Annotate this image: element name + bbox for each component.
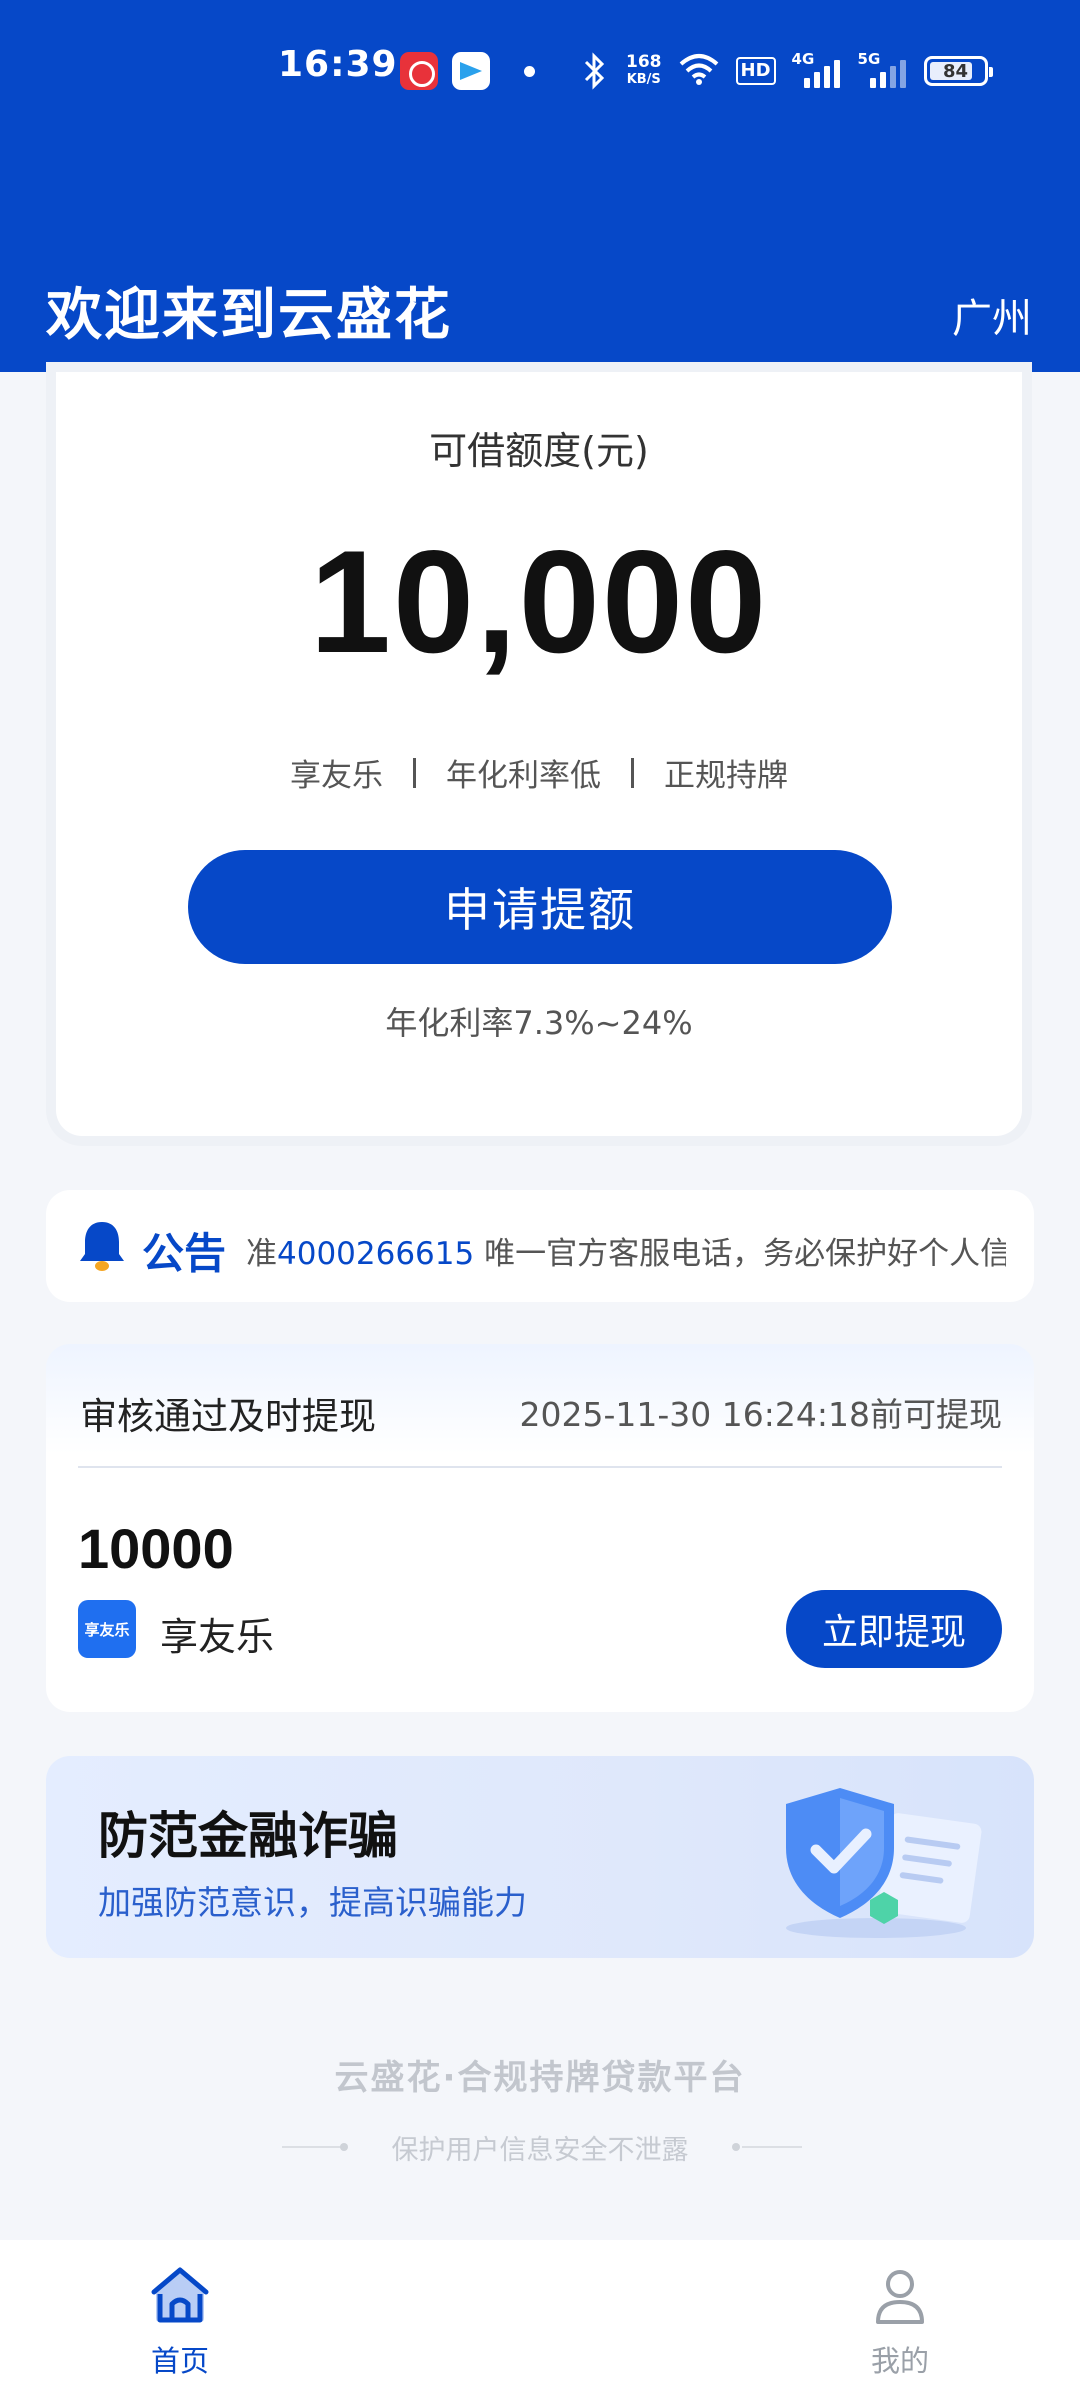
signal-5g-icon: 5G (858, 50, 908, 88)
bluetooth-icon (580, 51, 610, 91)
notification-app-icon (400, 52, 438, 90)
signal-4g-icon: 4G (792, 50, 842, 88)
wifi-icon (678, 52, 720, 90)
tab-mine-label: 我的 (870, 2344, 929, 2378)
status-time: 16:39 (278, 44, 398, 85)
anti-fraud-banner[interactable]: 防范金融诈骗 加强防范意识，提高识骗能力 (46, 1756, 1034, 1958)
withdraw-deadline: 2025-11-30 16:24:18前可提现 (519, 1395, 1002, 1434)
battery-icon: 84 (923, 56, 993, 86)
more-notifications-dot (524, 66, 535, 77)
notice-marquee: 准4000266615 唯一官方客服电话，务必保护好个人信息 (246, 1236, 1006, 1272)
limit-amount: 10,000 (309, 520, 769, 683)
service-phone[interactable]: 4000266615 (277, 1236, 474, 1272)
credit-limit-card: 可借额度(元) 10,000 享友乐 年化利率低 正规持牌 申请提额 年化利率7… (56, 372, 1022, 1136)
withdraw-amount: 10000 (78, 1517, 234, 1580)
tag-item: 正规持牌 (664, 758, 788, 794)
tab-mine[interactable]: 我的 (830, 2264, 970, 2380)
status-bar: 16:39 168 KB/S HD 4G 5G 84 (0, 0, 1080, 144)
user-icon (876, 2270, 924, 2324)
tag-separator (413, 757, 416, 788)
apply-increase-button[interactable]: 申请提额 (188, 850, 892, 964)
page-title: 欢迎来到云盛花 (46, 283, 452, 348)
status-icons: 168 KB/S HD 4G 5G 84 (580, 48, 993, 94)
hd-voice-icon: HD (735, 57, 776, 85)
withdraw-now-button[interactable]: 立即提现 (786, 1590, 1002, 1668)
app-header: 16:39 168 KB/S HD 4G 5G 84 欢迎来到云盛花 广州 (0, 0, 1080, 372)
divider (742, 2146, 802, 2148)
privacy-slogan: 保护用户信息安全不泄露 (391, 2135, 689, 2166)
telegram-icon (452, 52, 490, 90)
city-selector[interactable]: 广州 (952, 286, 1032, 344)
tag-item: 享友乐 (290, 758, 383, 794)
lender-name: 享友乐 (160, 1615, 275, 1659)
fraud-subtitle: 加强防范意识，提高识骗能力 (98, 1883, 527, 1922)
notice-title: 公告 (142, 1229, 227, 1278)
divider-dot (732, 2143, 740, 2151)
platform-slogan: 云盛花·合规持牌贷款平台 (334, 2058, 746, 2098)
tag-separator (631, 757, 634, 788)
bottom-nav: 首页 我的 (0, 2240, 1080, 2400)
tab-home[interactable]: 首页 (110, 2264, 250, 2380)
withdraw-card: 审核通过及时提现 2025-11-30 16:24:18前可提现 10000 享… (46, 1344, 1034, 1712)
limit-label: 可借额度(元) (429, 429, 649, 473)
notice-bar[interactable]: 公告 准4000266615 唯一官方客服电话，务必保护好个人信息 (46, 1190, 1034, 1302)
limit-tags: 享友乐 年化利率低 正规持牌 (56, 750, 1022, 795)
bell-icon (80, 1222, 124, 1271)
divider (78, 1466, 1002, 1468)
network-speed: 168 KB/S (626, 52, 662, 87)
tag-item: 年化利率低 (446, 758, 601, 794)
lender-logo-icon: 享友乐 (78, 1600, 136, 1658)
home-icon (151, 2267, 209, 2323)
shield-check-icon (786, 1788, 982, 1938)
rate-note: 年化利率7.3%~24% (385, 1004, 693, 1042)
tab-home-label: 首页 (150, 2344, 209, 2378)
withdraw-title: 审核通过及时提现 (80, 1395, 376, 1438)
fraud-title: 防范金融诈骗 (98, 1807, 398, 1865)
